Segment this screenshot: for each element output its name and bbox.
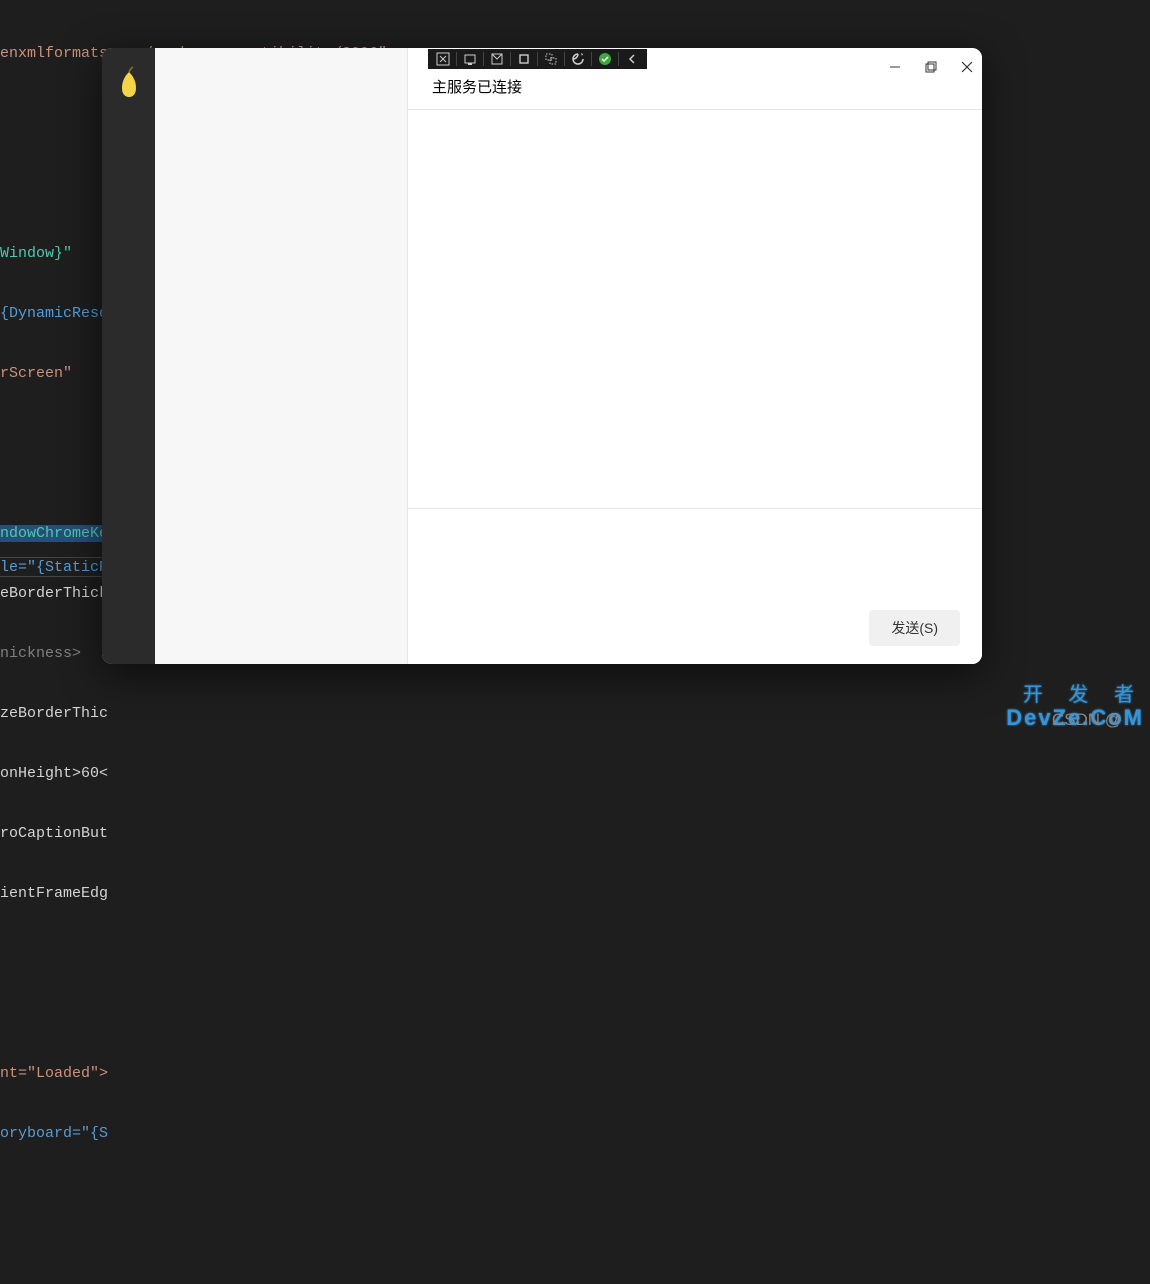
code-line: roCaptionBut (0, 825, 108, 842)
send-button[interactable]: 发送(S) (869, 610, 960, 646)
code-line: Window}" (0, 245, 72, 262)
app-sidebar (102, 48, 155, 664)
titlebar: 主服务已连接 (408, 48, 982, 110)
debug-select-element-icon[interactable] (459, 50, 481, 68)
debug-live-visual-tree-icon[interactable] (432, 50, 454, 68)
minimize-button[interactable] (888, 60, 902, 74)
debug-hot-reload-icon[interactable] (567, 50, 589, 68)
code-line: le="{StaticR (0, 559, 108, 576)
maximize-button[interactable] (924, 60, 938, 74)
watermark-line1: 开 发 者 (1006, 684, 1144, 706)
chat-message-area[interactable] (408, 110, 982, 509)
contact-list-panel[interactable] (155, 48, 408, 664)
code-line: onHeight>60< (0, 765, 108, 782)
code-line: oryboard="{S (0, 1125, 108, 1142)
code-line: ndowChromeKe (0, 525, 108, 542)
code-line: rScreen" (0, 365, 72, 382)
close-button[interactable] (960, 60, 974, 74)
code-line: {DynamicReso (0, 305, 108, 322)
chat-main-panel: 主服务已连接 发送(S) (408, 48, 982, 664)
debug-collapse-icon[interactable] (621, 50, 643, 68)
code-line: ientFrameEdg (0, 885, 108, 902)
code-line: zeBorderThic (0, 705, 108, 722)
chat-input-area[interactable]: 发送(S) (408, 509, 982, 664)
debug-display-layout-icon[interactable] (486, 50, 508, 68)
code-line: eBorderThick (0, 585, 108, 602)
code-line: nt="Loaded"> (0, 1065, 108, 1082)
code-line: nickness> (0, 645, 81, 662)
vs-debug-toolbar (428, 49, 647, 69)
debug-status-ok-icon[interactable] (594, 50, 616, 68)
debug-show-adorners-icon[interactable] (540, 50, 562, 68)
csdn-watermark: CSDN @ (1052, 710, 1122, 730)
chat-app-window: 主服务已连接 发送(S) (102, 48, 982, 664)
debug-track-focus-icon[interactable] (513, 50, 535, 68)
window-controls (888, 60, 974, 74)
app-logo-pear-icon (116, 66, 142, 98)
connection-status-label: 主服务已连接 (432, 76, 522, 97)
